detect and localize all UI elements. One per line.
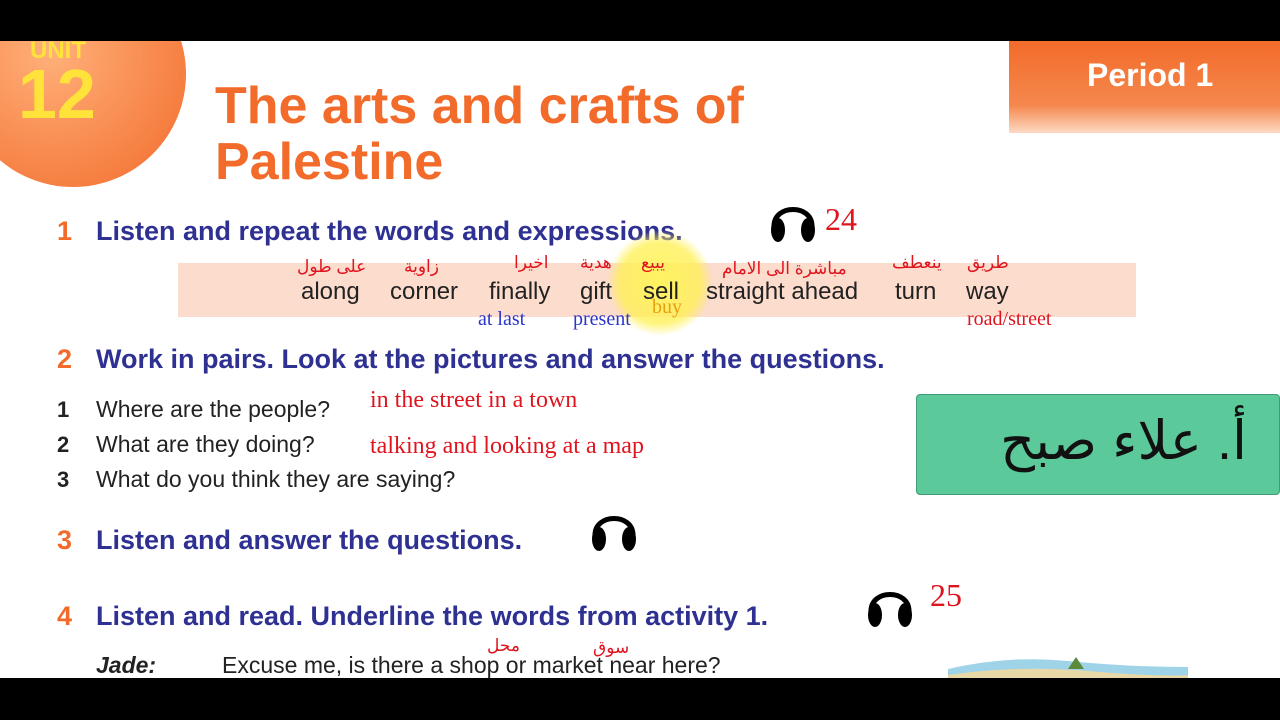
period-banner: Period 1 (1009, 41, 1280, 133)
dialogue-speaker: Jade: (96, 652, 157, 678)
headphones-icon[interactable] (768, 194, 818, 246)
answer-1: in the street in a town (370, 387, 578, 413)
exercise-1-instruction: Listen and repeat the words and expressi… (96, 216, 683, 246)
headphones-icon[interactable] (589, 503, 639, 555)
arabic-note-turn: ينعطف (892, 253, 942, 272)
vocab-word: turn (895, 278, 937, 305)
exercise-4-number: 4 (57, 601, 73, 631)
question-text: What are they doing? (96, 431, 315, 457)
page-title: The arts and crafts of Palestine (215, 77, 744, 191)
dialogue-line: Excuse me, is there a shop or market nea… (222, 652, 721, 678)
exercise-2-instruction: Work in pairs. Look at the pictures and … (96, 344, 885, 374)
exercise-1-number: 1 (57, 216, 73, 246)
synonym-finally: at last (478, 308, 526, 330)
headphones-icon[interactable] (865, 579, 915, 631)
vocab-word: gift (580, 278, 613, 305)
arabic-note-finally: اخيرا (514, 253, 549, 272)
unit-number: 12 (18, 55, 96, 133)
vocab-word: along (301, 278, 360, 305)
period-label: Period 1 (1087, 57, 1214, 93)
synonym-way: road/street (967, 308, 1052, 330)
page-note-24: 24 (825, 201, 857, 237)
answer-2: talking and looking at a map (370, 433, 644, 459)
arabic-note-sell: يبيع (641, 253, 666, 272)
question-text: Where are the people? (96, 396, 330, 422)
question-number: 2 (57, 432, 70, 457)
arabic-note-way: طريق (967, 253, 1009, 272)
textbook-page: UNIT 12 The arts and crafts of Palestine… (0, 41, 1280, 678)
arabic-note-gift: هدية (580, 253, 612, 272)
teacher-name-box: أ. علاء صبح (916, 394, 1280, 495)
question-text: What do you think they are saying? (96, 466, 456, 492)
vocab-word: corner (390, 278, 459, 305)
question-number: 3 (57, 467, 70, 492)
synonym-gift: present (573, 308, 631, 330)
vocab-word: straight ahead (706, 278, 859, 305)
exercise-2-number: 2 (57, 344, 73, 374)
illustration-street (948, 657, 1188, 678)
vocab-word: way (966, 278, 1009, 305)
vocab-word: finally (489, 278, 551, 305)
page-note-25: 25 (930, 577, 962, 613)
exercise-4-instruction: Listen and read. Underline the words fro… (96, 601, 769, 631)
synonym-sell: buy (652, 296, 682, 318)
teacher-name: أ. علاء صبح (1000, 411, 1247, 471)
exercise-3-instruction: Listen and answer the questions. (96, 525, 523, 555)
arabic-note-corner: زاوية (404, 257, 439, 276)
question-number: 1 (57, 397, 70, 422)
arabic-note-along: على طول (297, 257, 367, 276)
arabic-note-straight-ahead: مباشرة الى الامام (722, 259, 847, 278)
exercise-3-number: 3 (57, 525, 73, 555)
